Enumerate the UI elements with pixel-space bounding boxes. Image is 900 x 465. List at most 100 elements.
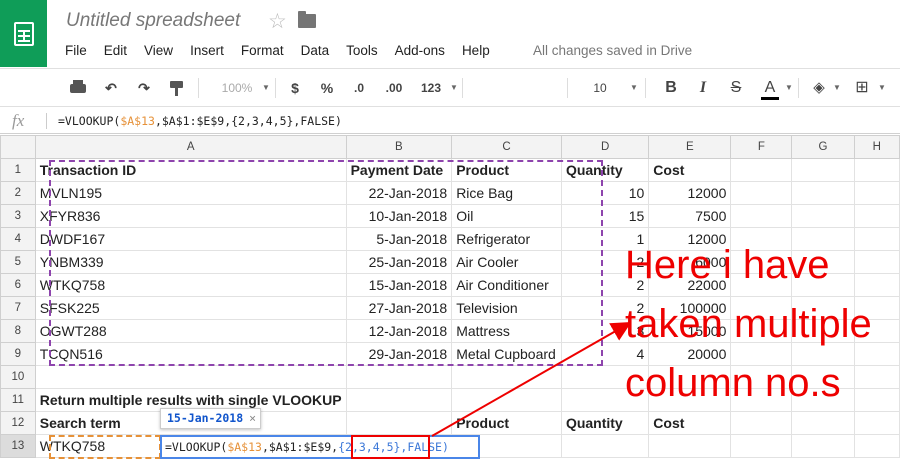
close-icon[interactable]: × (249, 411, 256, 425)
cell[interactable]: 10-Jan-2018 (345, 204, 453, 228)
cell[interactable] (853, 434, 900, 458)
zoom-select[interactable]: 100% (212, 78, 262, 98)
menu-file[interactable]: File (65, 43, 87, 58)
menu-help[interactable]: Help (462, 43, 490, 58)
cell[interactable] (451, 365, 562, 389)
row-header[interactable]: 13 (0, 434, 36, 458)
cell[interactable]: 7500 (648, 204, 732, 228)
cell[interactable]: MVLN195 (34, 181, 347, 205)
cell[interactable] (853, 411, 900, 435)
cell[interactable]: Product (451, 158, 562, 182)
column-header-b[interactable]: B (345, 135, 453, 159)
fill-color-icon[interactable]: ◈ (809, 78, 829, 98)
row-header[interactable]: 8 (0, 319, 36, 343)
column-header-a[interactable]: A (34, 135, 347, 159)
cell[interactable] (853, 204, 900, 228)
cell[interactable]: 10 (560, 181, 650, 205)
sheets-logo[interactable] (0, 0, 47, 67)
cell[interactable]: Oil (451, 204, 562, 228)
menu-edit[interactable]: Edit (104, 43, 127, 58)
column-header-h[interactable]: H (853, 135, 900, 159)
formula-input[interactable]: =VLOOKUP($A$13,$A$1:$E$9,{2,3,4,5},FALSE… (58, 114, 342, 128)
paint-format-icon[interactable] (167, 78, 187, 98)
cell[interactable] (730, 181, 793, 205)
cell[interactable] (730, 434, 793, 458)
cell[interactable] (345, 388, 453, 412)
font-size-select[interactable]: 10 (585, 78, 615, 98)
cell[interactable]: Rice Bag (451, 181, 562, 205)
cell[interactable]: Refrigerator (451, 227, 562, 251)
cell[interactable] (791, 158, 855, 182)
cell[interactable] (34, 365, 347, 389)
cell[interactable]: Metal Cupboard (451, 342, 562, 366)
row-header[interactable]: 3 (0, 204, 36, 228)
formula-bar[interactable]: fx =VLOOKUP($A$13,$A$1:$E$9,{2,3,4,5},FA… (0, 108, 900, 134)
cell[interactable]: 15-Jan-2018 (345, 273, 453, 297)
borders-icon[interactable]: ⊞ (852, 78, 872, 98)
document-title[interactable]: Untitled spreadsheet (66, 10, 240, 32)
cell[interactable]: 15 (560, 204, 650, 228)
text-color-button[interactable]: A (758, 78, 782, 100)
row-header[interactable]: 4 (0, 227, 36, 251)
menu-view[interactable]: View (144, 43, 173, 58)
row-header[interactable]: 6 (0, 273, 36, 297)
increase-decimal-button[interactable]: .00 (381, 78, 407, 98)
row-header[interactable]: 1 (0, 158, 36, 182)
cell[interactable]: OGWT288 (34, 319, 347, 343)
cell[interactable] (730, 411, 793, 435)
cell[interactable] (791, 181, 855, 205)
cell[interactable] (730, 158, 793, 182)
column-header-d[interactable]: D (560, 135, 650, 159)
cell[interactable]: Product (451, 411, 562, 435)
print-icon[interactable] (68, 78, 88, 98)
column-header-g[interactable]: G (791, 135, 855, 159)
currency-format-button[interactable]: $ (287, 78, 303, 98)
cell[interactable]: Mattress (451, 319, 562, 343)
undo-icon[interactable]: ↶ (101, 78, 121, 98)
cell[interactable] (345, 365, 453, 389)
cell[interactable] (648, 434, 732, 458)
cell[interactable]: Cost (648, 158, 732, 182)
column-header-c[interactable]: C (451, 135, 562, 159)
cell[interactable]: DWDF167 (34, 227, 347, 251)
cell[interactable]: TCQN516 (34, 342, 347, 366)
menu-format[interactable]: Format (241, 43, 284, 58)
cell[interactable]: XFYR836 (34, 204, 347, 228)
decrease-decimal-button[interactable]: .0 (346, 78, 372, 98)
row-header[interactable]: 12 (0, 411, 36, 435)
row-header[interactable]: 11 (0, 388, 36, 412)
italic-button[interactable]: I (694, 78, 712, 98)
cell[interactable] (560, 434, 650, 458)
save-status[interactable]: All changes saved in Drive (533, 43, 692, 58)
star-icon[interactable]: ☆ (268, 9, 287, 34)
cell[interactable] (730, 204, 793, 228)
cell[interactable]: YNBM339 (34, 250, 347, 274)
cell[interactable]: WTKQ758 (34, 273, 347, 297)
cell[interactable]: Transaction ID (34, 158, 347, 182)
cell[interactable]: 12000 (648, 181, 732, 205)
cell[interactable]: Air Cooler (451, 250, 562, 274)
cell[interactable] (853, 181, 900, 205)
cell[interactable] (791, 434, 855, 458)
row-header[interactable]: 2 (0, 181, 36, 205)
bold-button[interactable]: B (662, 78, 680, 98)
menu-insert[interactable]: Insert (190, 43, 224, 58)
cell[interactable]: Air Conditioner (451, 273, 562, 297)
folder-icon[interactable] (298, 11, 316, 28)
column-header-e[interactable]: E (648, 135, 732, 159)
more-formats-select[interactable]: 123 (413, 78, 449, 98)
cell[interactable]: Quantity (560, 158, 650, 182)
strikethrough-button[interactable]: S (727, 78, 745, 98)
row-header[interactable]: 9 (0, 342, 36, 366)
row-header[interactable]: 5 (0, 250, 36, 274)
menu-data[interactable]: Data (301, 43, 330, 58)
cell[interactable]: 27-Jan-2018 (345, 296, 453, 320)
row-header[interactable]: 7 (0, 296, 36, 320)
cell[interactable]: 5-Jan-2018 (345, 227, 453, 251)
row-header[interactable]: 10 (0, 365, 36, 389)
cell[interactable]: Cost (648, 411, 732, 435)
menu-addons[interactable]: Add-ons (395, 43, 445, 58)
cell[interactable]: 29-Jan-2018 (345, 342, 453, 366)
cell[interactable]: 25-Jan-2018 (345, 250, 453, 274)
cell[interactable] (853, 158, 900, 182)
